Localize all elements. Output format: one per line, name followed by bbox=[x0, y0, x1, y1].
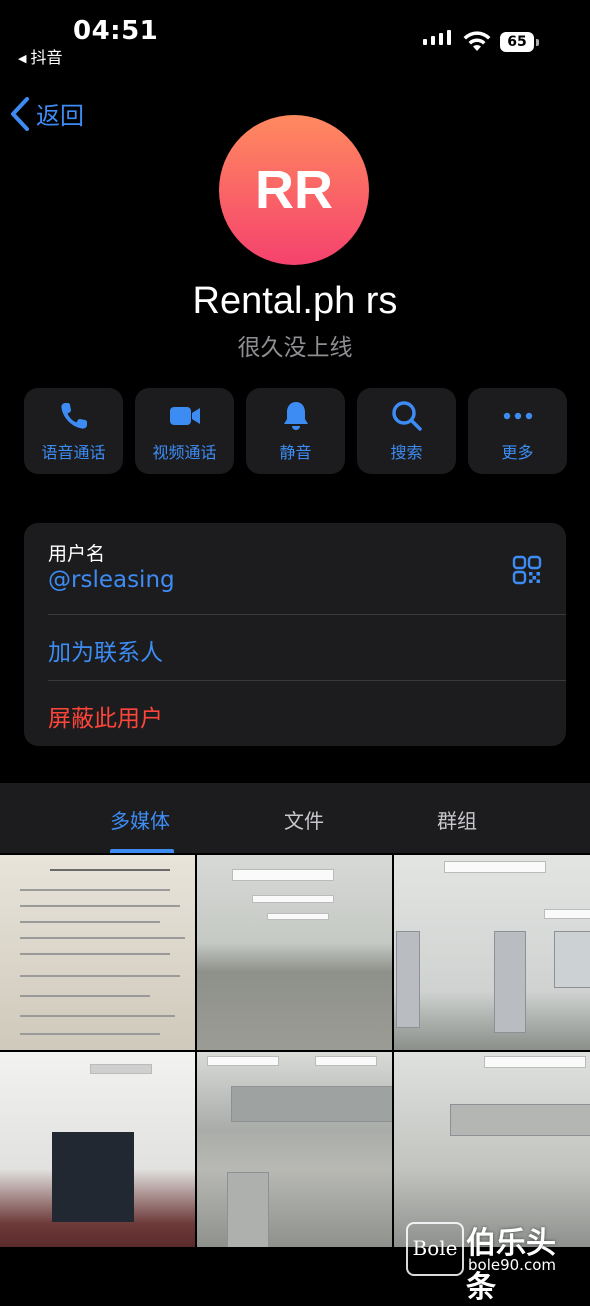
video-call-button[interactable]: 视频通话 bbox=[135, 388, 234, 474]
media-thumbnail-office-door[interactable] bbox=[394, 855, 590, 1050]
chevron-left-icon bbox=[11, 96, 29, 131]
back-label: 返回 bbox=[36, 102, 84, 130]
info-card: 用户名 @rsleasing 加为联系人 屏蔽此用户 bbox=[24, 523, 566, 746]
back-app-label: 抖音 bbox=[30, 48, 63, 67]
username-label: 用户名 bbox=[48, 543, 106, 565]
more-label: 更多 bbox=[501, 443, 534, 462]
status-time: 04:51 bbox=[73, 16, 159, 46]
tab-media[interactable]: 多媒体 bbox=[110, 805, 170, 834]
video-call-label: 视频通话 bbox=[152, 443, 217, 462]
avatar[interactable]: RR bbox=[219, 115, 369, 265]
more-icon bbox=[503, 412, 532, 420]
media-thumbnail-document[interactable] bbox=[0, 855, 195, 1050]
media-thumbnail-office-room[interactable] bbox=[197, 855, 392, 1050]
divider bbox=[48, 614, 566, 615]
divider bbox=[48, 680, 566, 681]
last-seen-status: 很久没上线 bbox=[237, 335, 353, 361]
cellular-signal-icon bbox=[423, 30, 451, 45]
voice-call-label: 语音通话 bbox=[41, 443, 106, 462]
wifi-icon bbox=[463, 31, 491, 51]
mute-label: 静音 bbox=[279, 443, 312, 462]
media-grid bbox=[0, 855, 590, 1247]
username-value[interactable]: @rsleasing bbox=[48, 567, 175, 593]
back-triangle-icon: ◀ bbox=[18, 52, 27, 65]
search-label: 搜索 bbox=[390, 443, 423, 462]
block-user-button[interactable]: 屏蔽此用户 bbox=[48, 699, 163, 733]
battery-icon: 65 bbox=[500, 32, 534, 52]
media-tabs: 多媒体 文件 群组 bbox=[0, 783, 590, 853]
profile-name: Rental.ph rs bbox=[192, 280, 398, 322]
tab-groups[interactable]: 群组 bbox=[437, 805, 477, 834]
tab-files[interactable]: 文件 bbox=[284, 805, 324, 834]
active-tab-indicator bbox=[110, 849, 174, 853]
phone-icon bbox=[60, 403, 87, 429]
action-buttons: 语音通话 视频通话 静音 搜索 更多 bbox=[24, 388, 567, 474]
video-icon bbox=[169, 407, 200, 425]
watermark: Bole 伯乐头条 bole90.com bbox=[406, 1218, 584, 1305]
search-icon bbox=[391, 401, 422, 431]
search-button[interactable]: 搜索 bbox=[357, 388, 456, 474]
back-button[interactable]: 返回 bbox=[10, 96, 84, 131]
home-indicator[interactable] bbox=[195, 1265, 395, 1270]
add-contact-button[interactable]: 加为联系人 bbox=[48, 633, 163, 667]
bell-icon bbox=[283, 402, 308, 430]
watermark-logo: Bole bbox=[406, 1222, 464, 1276]
more-button[interactable]: 更多 bbox=[468, 388, 567, 474]
mute-button[interactable]: 静音 bbox=[246, 388, 345, 474]
watermark-url: bole90.com bbox=[468, 1256, 556, 1274]
media-thumbnail-office-window[interactable] bbox=[0, 1052, 195, 1247]
voice-call-button[interactable]: 语音通话 bbox=[24, 388, 123, 474]
media-thumbnail-pantry[interactable] bbox=[197, 1052, 392, 1247]
back-to-app[interactable]: ◀ 抖音 bbox=[18, 44, 62, 68]
qr-code-icon[interactable] bbox=[512, 555, 542, 585]
battery-tip bbox=[536, 39, 539, 46]
